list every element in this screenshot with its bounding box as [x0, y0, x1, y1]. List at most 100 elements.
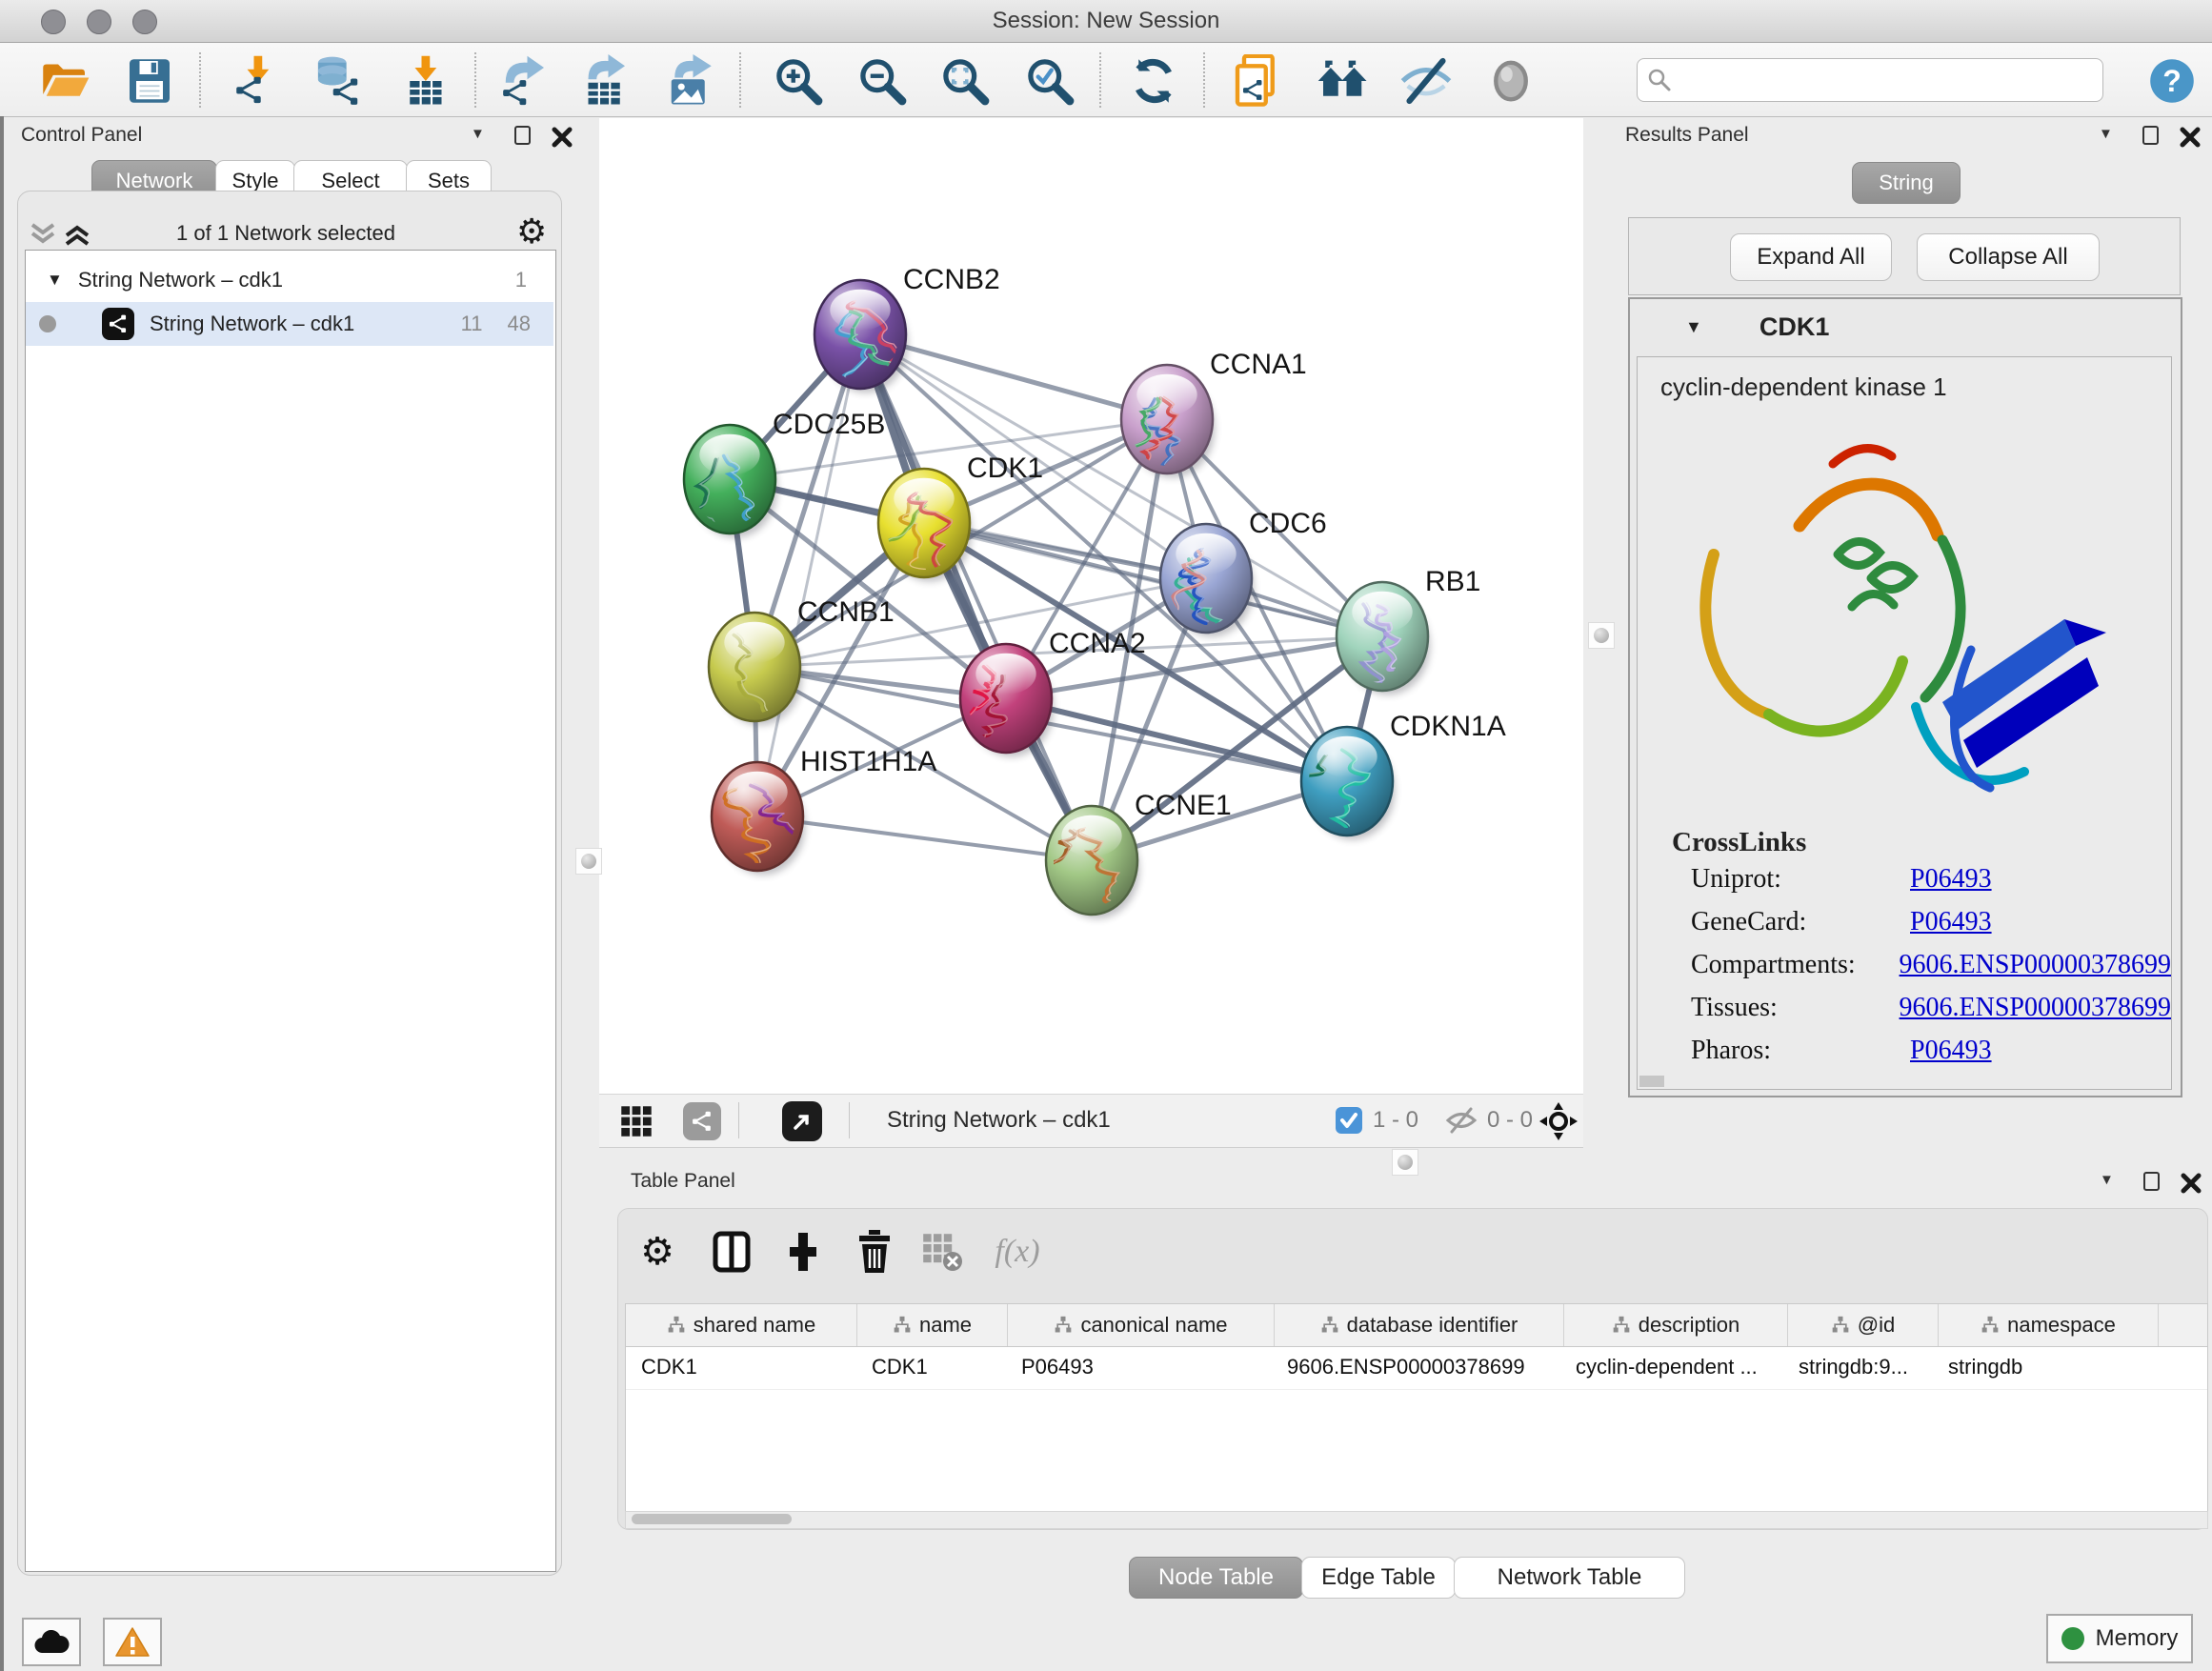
node-RB1[interactable] — [1337, 582, 1430, 695]
results-panel-header: Results Panel ▼ — [1617, 124, 2202, 162]
crosslink-link[interactable]: P06493 — [1910, 1036, 1992, 1066]
cloud-button[interactable] — [22, 1618, 81, 1666]
refresh-icon[interactable] — [1125, 54, 1182, 108]
hidden-eye-icon[interactable] — [1445, 1106, 1478, 1139]
tab-edge-table[interactable]: Edge Table — [1301, 1557, 1456, 1599]
table-delete-column-icon[interactable] — [916, 1225, 970, 1278]
network-options-gear-icon[interactable]: ⚙ — [516, 211, 547, 252]
node-label-CDC6: CDC6 — [1249, 508, 1327, 539]
collapse-all-button[interactable]: Collapse All — [1917, 233, 2100, 281]
import-table-file-icon[interactable] — [396, 54, 453, 108]
presentation-eye-icon[interactable] — [1482, 54, 1539, 108]
table-columns-icon[interactable] — [705, 1225, 758, 1278]
import-network-database-icon[interactable] — [309, 54, 366, 108]
expand-all-button[interactable]: Expand All — [1730, 233, 1892, 281]
memory-status-icon — [2061, 1627, 2084, 1650]
table-hscroll-thumb[interactable] — [632, 1514, 792, 1524]
table-panel-close-icon[interactable] — [2180, 1172, 2202, 1195]
node-label-HIST1H1A: HIST1H1A — [800, 746, 936, 777]
results-panel-close-icon[interactable] — [2179, 126, 2202, 149]
export-table-icon[interactable] — [576, 54, 633, 108]
edge-CCNB2-HIST1H1A — [757, 334, 860, 816]
tab-network-table[interactable]: Network Table — [1454, 1557, 1685, 1599]
node-CCNE1[interactable] — [1031, 806, 1139, 918]
export-image-icon[interactable] — [661, 54, 718, 108]
selected-checkbox-icon[interactable] — [1335, 1106, 1363, 1139]
selected-count-badge: 1 - 0 — [1373, 1107, 1418, 1134]
collapse-all-icon[interactable] — [29, 221, 57, 248]
tab-node-table[interactable]: Node Table — [1129, 1557, 1303, 1599]
zoom-in-icon[interactable] — [770, 54, 827, 108]
zoom-out-icon[interactable] — [854, 54, 911, 108]
detach-view-icon[interactable] — [782, 1101, 822, 1141]
table-add-icon[interactable] — [776, 1225, 830, 1278]
node-CDKN1A[interactable] — [1277, 727, 1395, 839]
zoom-selected-icon[interactable] — [1021, 54, 1078, 108]
home-icon[interactable] — [1315, 54, 1372, 108]
column-header-database-identifier[interactable]: database identifier — [1275, 1304, 1564, 1346]
node-HIST1H1A[interactable] — [712, 762, 811, 875]
memory-label: Memory — [2096, 1625, 2179, 1652]
table-panel-float-icon[interactable] — [2143, 1172, 2160, 1191]
table-delete-icon[interactable] — [848, 1225, 901, 1278]
results-panel-float-icon[interactable] — [2142, 126, 2159, 145]
column-header-canonical-name[interactable]: canonical name — [1008, 1304, 1275, 1346]
column-header--id[interactable]: @id — [1788, 1304, 1939, 1346]
control-panel-collapse-icon[interactable]: ▼ — [471, 126, 485, 142]
warning-button[interactable] — [103, 1618, 162, 1666]
network-tree: ▼ String Network – cdk1 1 String Network… — [25, 250, 556, 1572]
column-header-namespace[interactable]: namespace — [1939, 1304, 2159, 1346]
node-CCNA1[interactable] — [1113, 365, 1215, 482]
crosslink-label: Uniprot: — [1691, 864, 1910, 895]
grid-mode-icon[interactable] — [620, 1105, 653, 1142]
protein-expander-icon[interactable]: ▼ — [1685, 317, 1702, 337]
crosslink-link[interactable]: 9606.ENSP00000378699 — [1900, 993, 2171, 1023]
import-network-file-icon[interactable] — [229, 54, 286, 108]
network-collection-row[interactable]: ▼ String Network – cdk1 1 — [26, 258, 553, 302]
column-header-name[interactable]: name — [857, 1304, 1008, 1346]
crosslink-row: Tissues:9606.ENSP00000378699 — [1691, 993, 2171, 1023]
hide-unhide-icon[interactable] — [1398, 54, 1455, 108]
node-CDC25B[interactable] — [684, 425, 777, 542]
node-CCNB1[interactable] — [709, 613, 802, 725]
zoom-fit-icon[interactable] — [936, 54, 994, 108]
results-panel-collapse-icon[interactable]: ▼ — [2099, 126, 2113, 142]
window-left-edge — [0, 116, 4, 1671]
network-canvas[interactable]: CCNB2CCNA1CDC25BCDK1CDC6RB1CCNB1CCNA2CDK… — [599, 118, 1583, 1094]
control-panel-float-icon[interactable] — [514, 126, 531, 145]
share-document-icon[interactable] — [1229, 54, 1286, 108]
application-window: Session: New Session ? Control Panel ▼ N… — [0, 0, 2212, 1671]
control-panel-close-icon[interactable] — [551, 126, 573, 149]
node-CCNA2[interactable] — [952, 644, 1054, 756]
memory-button[interactable]: Memory — [2046, 1614, 2193, 1663]
column-header-shared-name[interactable]: shared name — [626, 1304, 857, 1346]
tree-expander-icon[interactable]: ▼ — [47, 271, 63, 290]
node-CDK1[interactable] — [867, 469, 972, 581]
tab-string[interactable]: String — [1852, 162, 1961, 204]
export-network-icon[interactable] — [495, 54, 553, 108]
column-header-description[interactable]: description — [1564, 1304, 1788, 1346]
open-session-icon[interactable] — [36, 54, 93, 108]
crosslink-link[interactable]: P06493 — [1910, 907, 1992, 937]
help-icon[interactable]: ? — [2143, 54, 2201, 108]
crosslink-link[interactable]: 9606.ENSP00000378699 — [1900, 950, 2171, 980]
table-function-builder-icon[interactable]: f(x) — [991, 1225, 1044, 1278]
node-label-RB1: RB1 — [1425, 566, 1480, 597]
table-row[interactable]: CDK1CDK1P064939606.ENSP00000378699cyclin… — [626, 1347, 2207, 1390]
left-splitter-handle[interactable] — [575, 848, 602, 875]
table-panel-collapse-icon[interactable]: ▼ — [2100, 1172, 2114, 1188]
expand-all-icon[interactable] — [63, 221, 91, 248]
network-badge-icon[interactable] — [683, 1102, 721, 1140]
right-splitter-handle[interactable] — [1588, 622, 1615, 649]
crosslink-link[interactable]: P06493 — [1910, 864, 1992, 895]
birdseye-crosshair-icon[interactable] — [1538, 1101, 1579, 1146]
search-input[interactable] — [1637, 58, 2103, 102]
table-gear-icon[interactable]: ⚙ — [631, 1225, 684, 1278]
protein-header-row[interactable]: ▼ CDK1 — [1630, 299, 2181, 354]
node-CDC6[interactable] — [1160, 524, 1254, 636]
node-CCNB2[interactable] — [814, 280, 908, 393]
save-session-icon[interactable] — [121, 54, 178, 108]
node-label-CDKN1A: CDKN1A — [1390, 711, 1506, 742]
results-hscroll-thumb[interactable] — [1639, 1076, 1664, 1087]
network-row[interactable]: String Network – cdk1 11 48 — [26, 302, 553, 346]
